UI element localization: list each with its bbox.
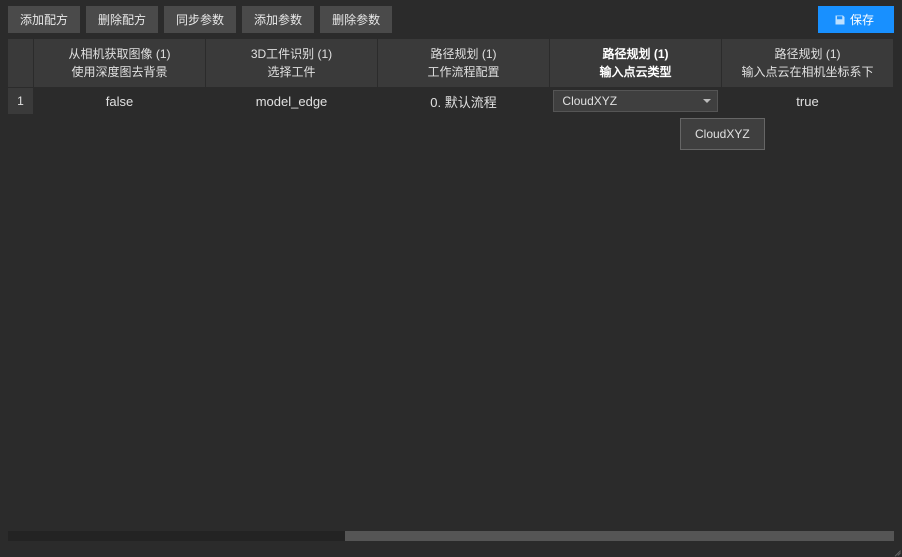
column-header-line1: 路径规划 (1) — [554, 45, 717, 63]
column-header[interactable]: 3D工件识别 (1) 选择工件 — [206, 39, 378, 87]
table: 从相机获取图像 (1) 使用深度图去背景 3D工件识别 (1) 选择工件 路径规… — [0, 39, 902, 114]
table-cell[interactable]: 0. 默认流程 — [378, 88, 550, 114]
column-header-line2: 使用深度图去背景 — [38, 63, 201, 81]
sync-params-button[interactable]: 同步参数 — [164, 6, 236, 33]
column-header-line1: 路径规划 (1) — [382, 45, 545, 63]
table-cell[interactable]: true — [722, 88, 894, 114]
delete-recipe-button[interactable]: 删除配方 — [86, 6, 158, 33]
save-button[interactable]: 保存 — [818, 6, 894, 33]
column-header-line2: 选择工件 — [210, 63, 373, 81]
save-button-label: 保存 — [850, 11, 874, 28]
delete-param-button[interactable]: 删除参数 — [320, 6, 392, 33]
horizontal-scrollbar[interactable] — [8, 531, 894, 541]
row-header-corner — [8, 39, 34, 87]
table-cell[interactable]: false — [34, 88, 206, 114]
add-param-button[interactable]: 添加参数 — [242, 6, 314, 33]
column-header-line1: 3D工件识别 (1) — [210, 45, 373, 63]
horizontal-scrollbar-thumb[interactable] — [345, 531, 894, 541]
column-header[interactable]: 路径规划 (1) 输入点云在相机坐标系下 — [722, 39, 894, 87]
table-row: 1 false model_edge 0. 默认流程 CloudXYZ true — [8, 88, 894, 114]
toolbar: 添加配方 删除配方 同步参数 添加参数 删除参数 保存 — [0, 0, 902, 39]
table-body: 1 false model_edge 0. 默认流程 CloudXYZ true — [8, 88, 894, 114]
column-header[interactable]: 路径规划 (1) 工作流程配置 — [378, 39, 550, 87]
dropdown-option[interactable]: CloudXYZ — [680, 118, 765, 150]
column-header-line2: 输入点云在相机坐标系下 — [726, 63, 889, 81]
column-header-line1: 从相机获取图像 (1) — [38, 45, 201, 63]
table-cell[interactable]: model_edge — [206, 88, 378, 114]
save-icon — [834, 14, 846, 26]
table-header: 从相机获取图像 (1) 使用深度图去背景 3D工件识别 (1) 选择工件 路径规… — [8, 39, 894, 88]
row-index[interactable]: 1 — [8, 88, 34, 114]
column-header-line2: 输入点云类型 — [554, 63, 717, 81]
chevron-down-icon — [703, 99, 711, 103]
add-recipe-button[interactable]: 添加配方 — [8, 6, 80, 33]
column-header-active[interactable]: 路径规划 (1) 输入点云类型 — [550, 39, 722, 87]
column-header-line2: 工作流程配置 — [382, 63, 545, 81]
table-cell-select[interactable]: CloudXYZ — [550, 88, 722, 114]
point-cloud-type-select[interactable]: CloudXYZ — [553, 90, 717, 112]
select-value: CloudXYZ — [562, 94, 617, 108]
column-header-line1: 路径规划 (1) — [726, 45, 889, 63]
resize-grip-icon[interactable] — [891, 544, 901, 554]
column-header[interactable]: 从相机获取图像 (1) 使用深度图去背景 — [34, 39, 206, 87]
